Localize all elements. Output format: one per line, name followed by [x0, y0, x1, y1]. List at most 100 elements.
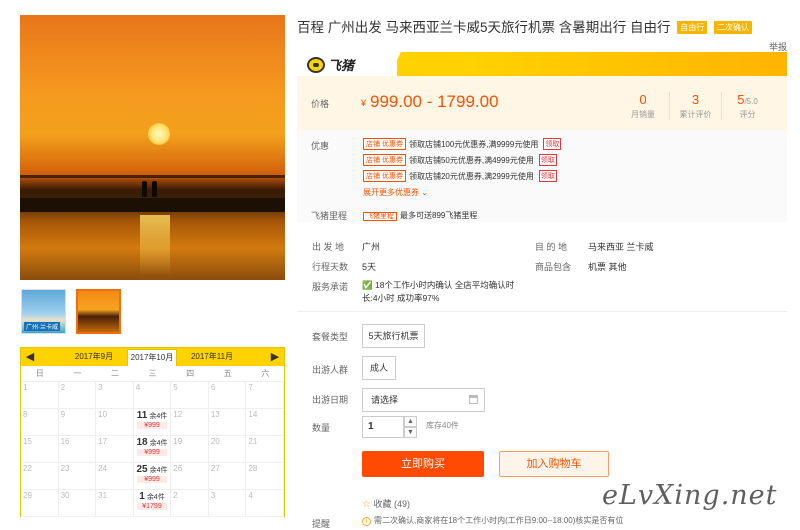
day-stock: 余4件: [149, 440, 168, 447]
add-to-cart-button[interactable]: 加入购物车: [499, 451, 609, 477]
weekday-label: 日: [35, 369, 44, 378]
logo-text: 飞猪: [328, 58, 355, 73]
calendar-day-available[interactable]: 25 余4件 ¥999: [133, 463, 172, 490]
qty-increase-icon[interactable]: ▲: [404, 416, 417, 427]
day-number: 29: [23, 491, 32, 500]
includes-value: 机票 其他: [588, 262, 627, 272]
calendar-day: 2: [58, 382, 97, 409]
prev-month-icon[interactable]: ◀: [23, 350, 37, 363]
calendar-day: 13: [208, 409, 247, 436]
calendar-day: 9: [58, 409, 97, 436]
calendar-day: 31: [96, 490, 134, 517]
claim-coupon-button[interactable]: 领取: [543, 138, 562, 150]
currency-symbol: ¥: [361, 98, 367, 108]
calendar-day: 24: [96, 463, 134, 490]
favorite-link[interactable]: ☆ 收藏 (49): [362, 497, 410, 510]
buy-now-button[interactable]: 立即购买: [362, 451, 484, 477]
calendar-day: 3: [96, 382, 134, 409]
claim-coupon-button[interactable]: 领取: [538, 154, 557, 166]
day-number: 13: [210, 410, 220, 419]
day-number: 28: [248, 464, 258, 473]
day-number: 9: [60, 410, 66, 419]
weekday-label: 三: [148, 369, 157, 378]
remind-text: 需二次确认,商家将在18个工作小时内(工作日9:00--18:00)核实是否有位: [374, 516, 624, 525]
qty-label: 数量: [312, 423, 331, 433]
day-number: 5: [173, 383, 178, 392]
day-number: 30: [60, 491, 70, 500]
thumbnail-caption: 广州·兰卡威: [24, 322, 60, 331]
day-number-text: 1: [139, 491, 145, 502]
calendar-day: 29: [21, 490, 59, 517]
watermark: eLvXing.net: [602, 480, 778, 511]
miles-text: 最多可送899飞猪里程: [400, 211, 478, 220]
calendar-day: 22: [21, 463, 59, 490]
calendar-day-available[interactable]: 11 余4件 ¥999: [133, 409, 172, 436]
service-promise: ✅ 18个工作小时内确认 全店平均确认时长:4小时 成功率97%: [362, 279, 517, 305]
travel-date-picker[interactable]: 请选择: [362, 388, 485, 412]
coupon-tag: 店铺 优惠券: [363, 138, 406, 150]
price-calendar: ◀ 2017年9月 2017年10月 2017年11月 ▶ 日 一 二 三 四 …: [20, 347, 285, 517]
month-tab-nov[interactable]: 2017年11月: [187, 351, 237, 362]
day-stock: 余4件: [146, 494, 165, 501]
product-title-text: 百程 广州出发 马来西亚兰卡威5天旅行机票 含暑期出行 自由行: [297, 20, 671, 35]
day-price: ¥1799: [136, 503, 168, 510]
weekday-label: 二: [110, 369, 119, 378]
calendar-day: 23: [58, 463, 97, 490]
favorite-count: (49): [394, 499, 411, 509]
chevron-down-icon: ⌄: [421, 188, 428, 197]
calendar-day: 16: [58, 436, 97, 463]
thumbnail-1[interactable]: 广州·兰卡威: [21, 289, 66, 334]
stat-value: 3: [691, 92, 700, 107]
date-label: 出游日期: [312, 395, 349, 405]
day-number: 24: [98, 464, 108, 473]
day-number: 31: [98, 491, 108, 500]
calendar-day: 15: [21, 436, 59, 463]
person-silhouette: [152, 181, 157, 197]
date-placeholder: 请选择: [371, 395, 399, 405]
coupon-tag: 店铺 优惠券: [363, 154, 406, 166]
calendar-day: 17: [96, 436, 134, 463]
coupon-row: 店铺 优惠券 领取店铺100元优惠券,满9999元使用 领取: [363, 138, 562, 150]
calendar-day-available[interactable]: 18 余4件 ¥999: [133, 436, 172, 463]
qty-decrease-icon[interactable]: ▼: [404, 427, 417, 438]
calendar-day: 3: [208, 490, 247, 517]
claim-coupon-button[interactable]: 领取: [538, 170, 557, 182]
person-silhouette: [142, 181, 147, 197]
day-number: 1: [23, 383, 28, 392]
day-number: 2: [60, 383, 66, 392]
stat-reviews[interactable]: 3 累计评价: [669, 92, 721, 120]
day-number: 16: [60, 437, 70, 446]
quantity-input[interactable]: 1: [362, 416, 404, 438]
day-price: ¥999: [136, 476, 168, 483]
thumbnail-2-selected[interactable]: [76, 289, 121, 334]
crowd-option[interactable]: 成人: [362, 356, 396, 380]
month-tab-oct[interactable]: 2017年10月: [127, 349, 177, 366]
sun-reflection-graphic: [140, 215, 170, 275]
calendar-day: 8: [21, 409, 59, 436]
stat-label: 评分: [739, 110, 756, 119]
calendar-day: 6: [208, 382, 247, 409]
day-number: 8: [23, 410, 28, 419]
day-price: ¥999: [136, 449, 168, 456]
promo-label: 优惠: [311, 141, 330, 151]
day-number: 7: [248, 383, 253, 392]
destination-value: 马来西亚 兰卡威: [588, 242, 654, 252]
sun-graphic: [148, 123, 170, 145]
package-label: 套餐类型: [312, 332, 349, 342]
crowd-label: 出游人群: [312, 365, 349, 375]
weekday-label: 一: [73, 369, 82, 378]
day-number: 1 余4件: [134, 491, 171, 502]
next-month-icon[interactable]: ▶: [268, 350, 282, 363]
remind-notice: i 需二次确认,商家将在18个工作小时内(工作日9:00--18:00)核实是否有…: [362, 515, 623, 526]
calendar-day: 20: [208, 436, 247, 463]
coupon-text: 领取店铺50元优惠券,满4999元使用: [408, 155, 534, 165]
day-number: 12: [173, 410, 183, 419]
day-number-text: 11: [136, 410, 148, 421]
day-number: 20: [210, 437, 220, 446]
expand-coupons-link[interactable]: 展开更多优惠券 ⌄: [363, 187, 428, 198]
month-tab-sep[interactable]: 2017年9月: [69, 351, 119, 362]
stats-row: 0 月销量 3 累计评价 5/5.0 评分: [617, 92, 773, 120]
package-option[interactable]: 5天旅行机票: [362, 324, 425, 348]
calendar-day-available[interactable]: 1 余4件 ¥1799: [133, 490, 172, 517]
day-number: 15: [23, 437, 32, 446]
